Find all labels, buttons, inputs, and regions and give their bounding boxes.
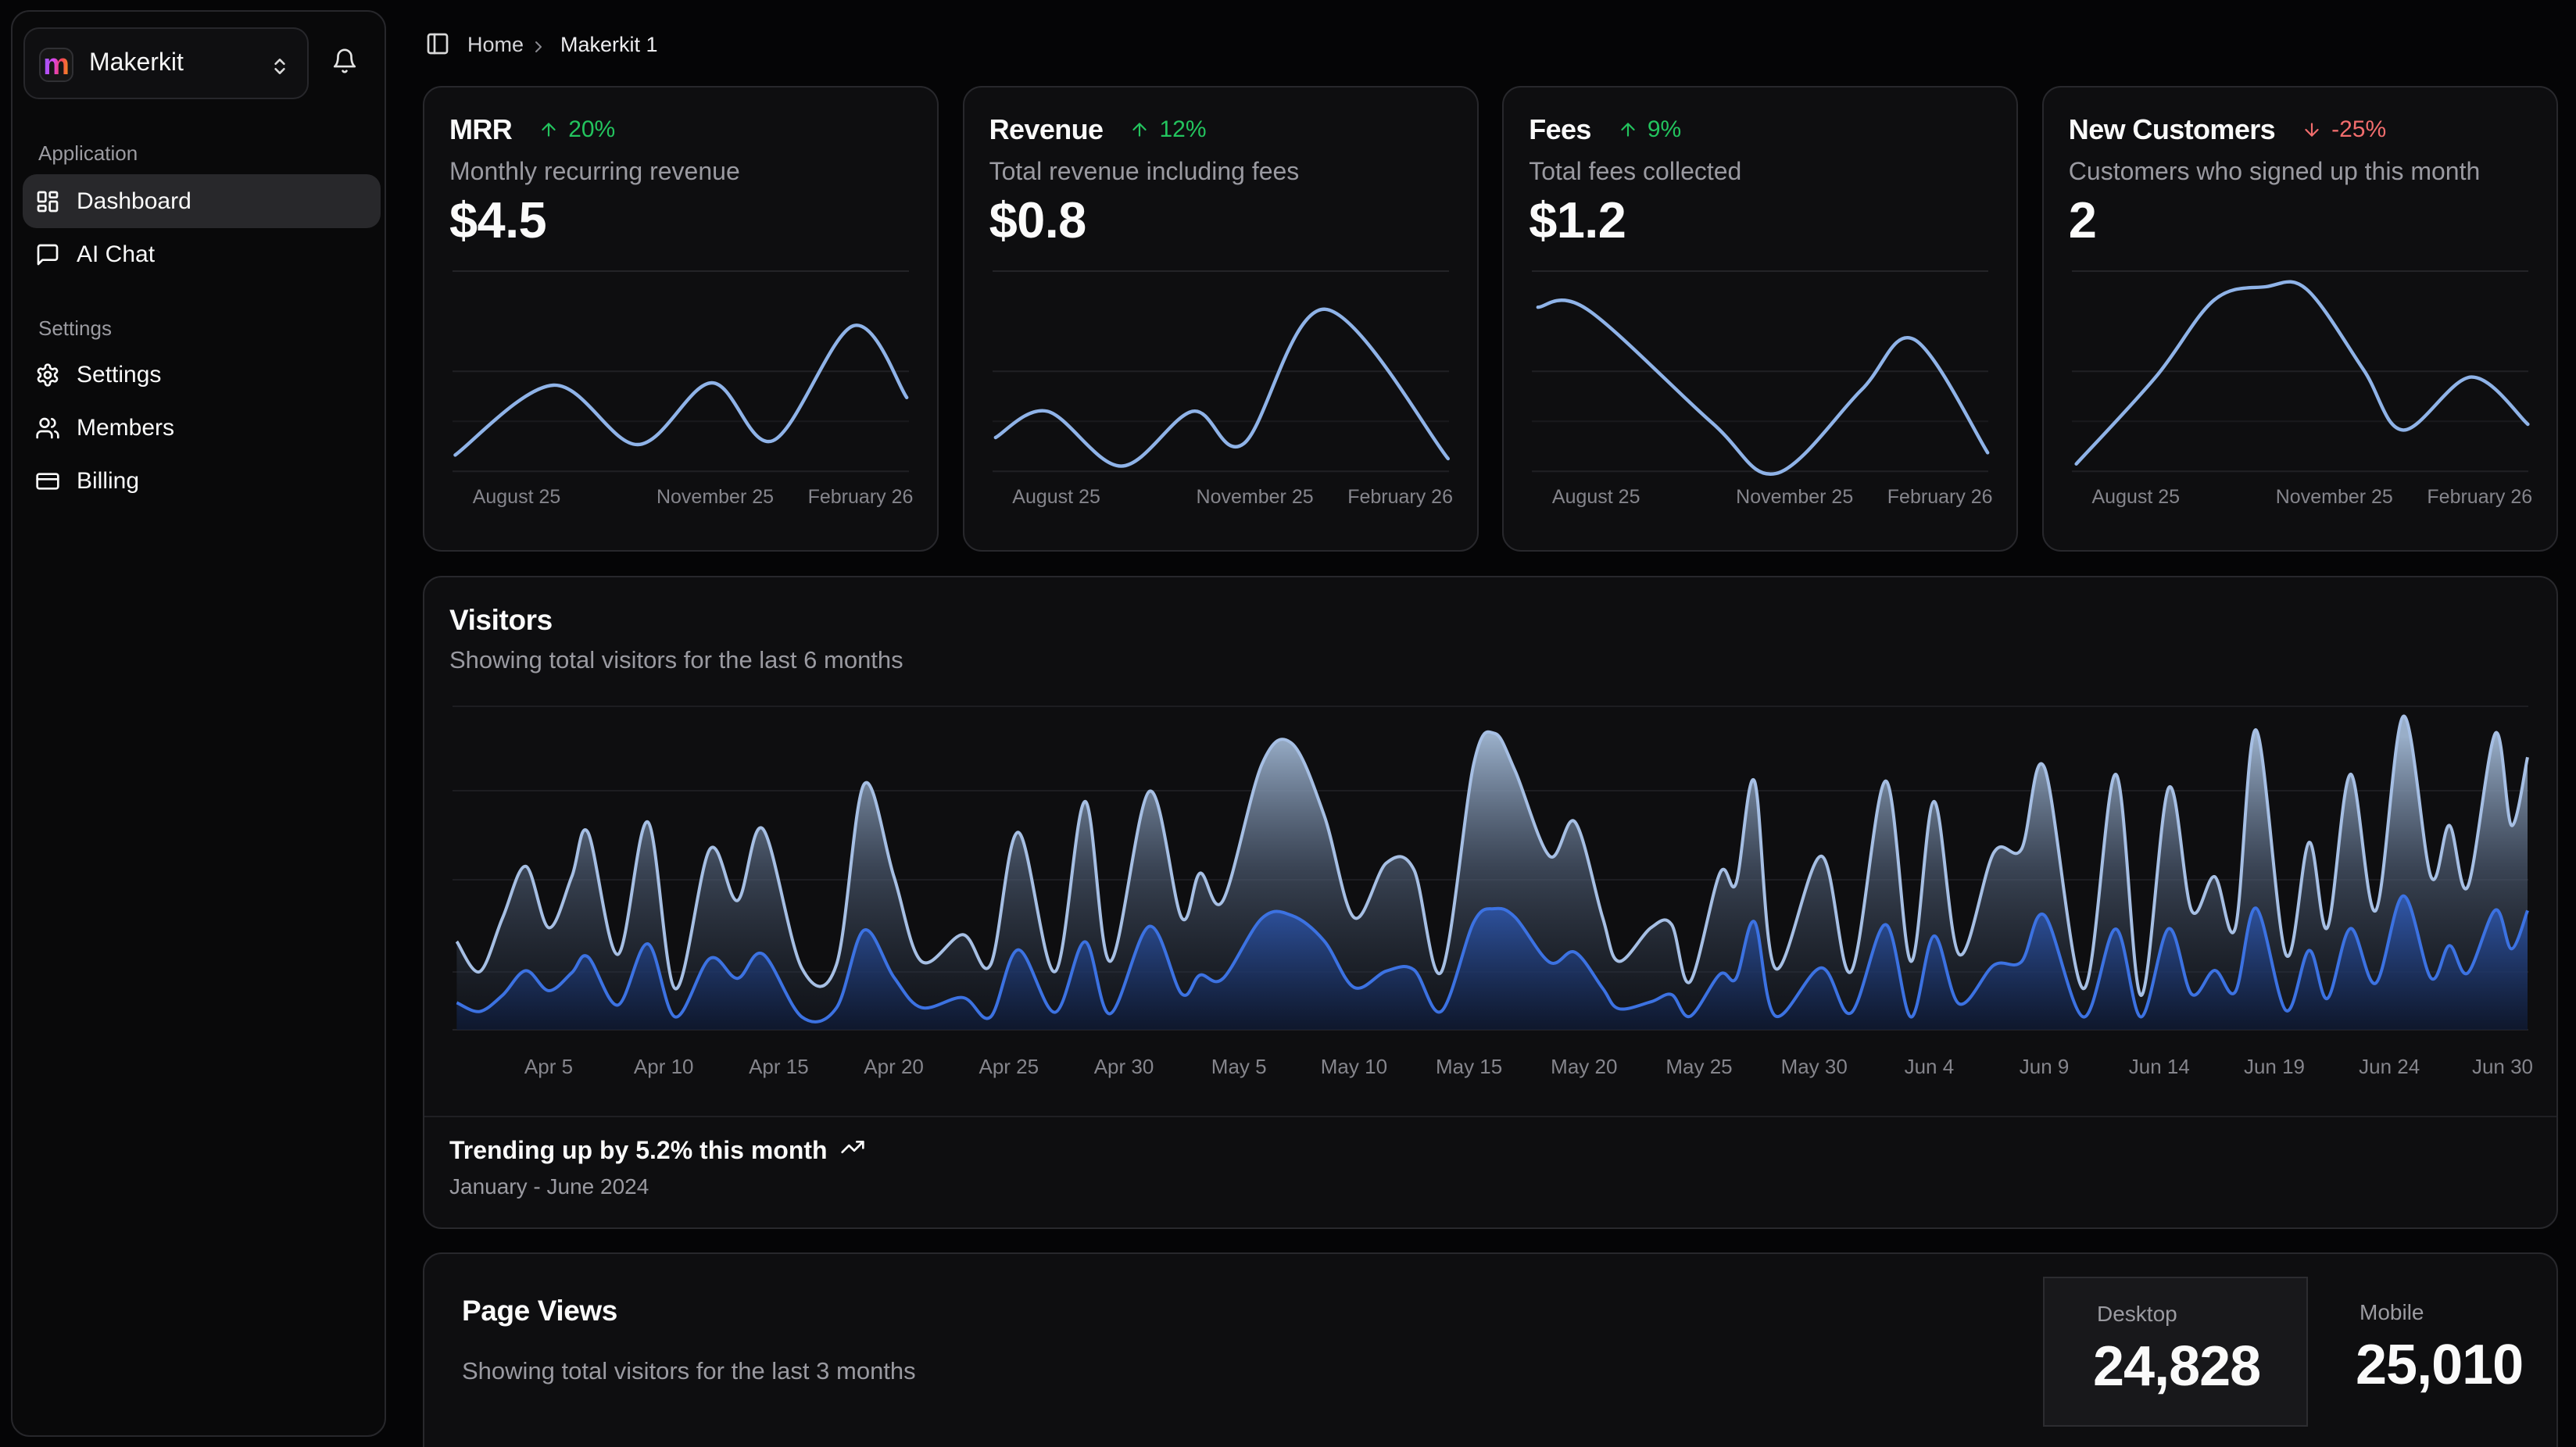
svg-text:Jun 14: Jun 14 bbox=[2129, 1055, 2190, 1078]
svg-text:Jun 24: Jun 24 bbox=[2359, 1055, 2420, 1078]
svg-text:Apr 5: Apr 5 bbox=[524, 1055, 573, 1078]
svg-text:May 20: May 20 bbox=[1551, 1055, 1617, 1078]
svg-text:Apr 30: Apr 30 bbox=[1094, 1055, 1154, 1078]
svg-text:Apr 20: Apr 20 bbox=[864, 1055, 924, 1078]
svg-text:May 5: May 5 bbox=[1211, 1055, 1267, 1078]
svg-text:May 10: May 10 bbox=[1321, 1055, 1387, 1078]
svg-text:Jun 9: Jun 9 bbox=[2020, 1055, 2070, 1078]
svg-text:May 15: May 15 bbox=[1436, 1055, 1502, 1078]
svg-text:Jun 30: Jun 30 bbox=[2472, 1055, 2533, 1078]
svg-text:Jun 19: Jun 19 bbox=[2244, 1055, 2305, 1078]
svg-text:May 30: May 30 bbox=[1781, 1055, 1848, 1078]
svg-text:Apr 10: Apr 10 bbox=[634, 1055, 694, 1078]
svg-text:Jun 4: Jun 4 bbox=[1905, 1055, 1955, 1078]
svg-text:May 25: May 25 bbox=[1665, 1055, 1732, 1078]
svg-text:Apr 15: Apr 15 bbox=[749, 1055, 809, 1078]
svg-text:Apr 25: Apr 25 bbox=[979, 1055, 1039, 1078]
